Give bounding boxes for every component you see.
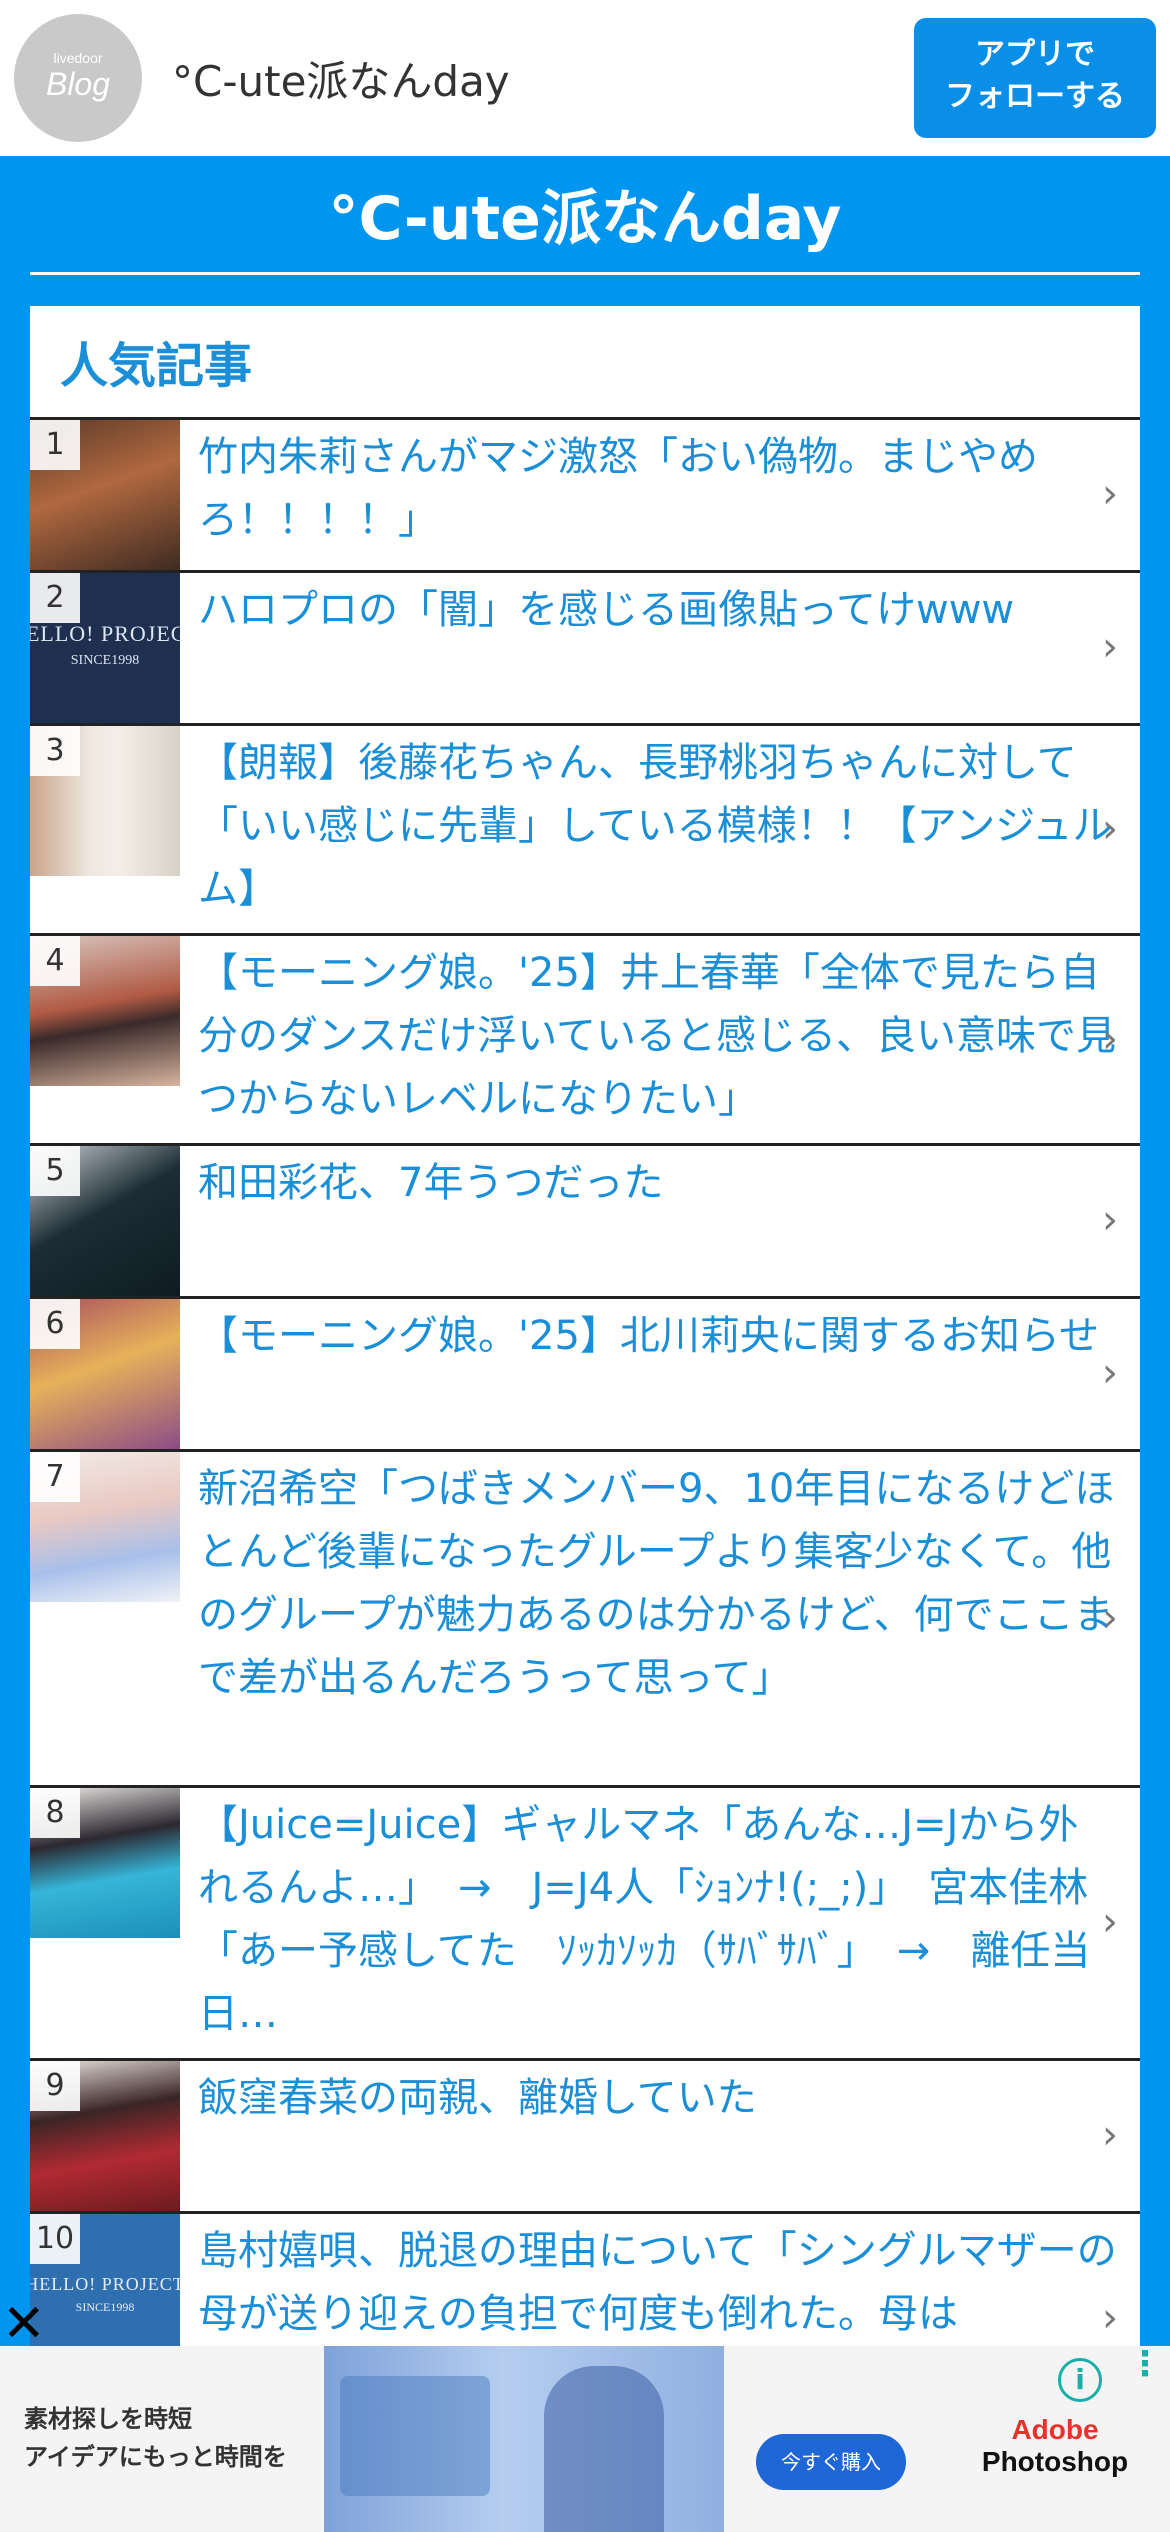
title-divider [30,272,1140,275]
article-title: ハロプロの「闇」を感じる画像貼ってけwww [198,587,1015,633]
logo-small-text: livedoor [53,50,103,66]
ad-copy: 素材探しを時短 アイデアにもっと時間を [24,2400,287,2476]
chevron-right-icon: › [1102,1594,1118,1641]
logo-big-text: Blog [45,66,111,102]
chevron-right-icon: › [1102,1350,1118,1396]
chevron-right-icon: › [1102,2112,1118,2158]
article-title: 新沼希空「つばきメンバー9、10年目になるけどほとんど後輩になったグループより集… [198,1466,1115,1701]
popular-articles-panel: 人気記事 1 竹内朱莉さんがマジ激怒「おい偽物。まじやめろ！！！！」 › HEL… [30,306,1140,2346]
info-icon[interactable]: i [1058,2358,1102,2402]
chevron-right-icon: › [1102,1899,1118,1945]
ad-copy-line2: アイデアにもっと時間を [24,2443,287,2471]
popular-article-item[interactable]: 6 【モーニング娘。'25】北川莉央に関するお知らせ › [30,1299,1140,1452]
chevron-right-icon: › [1102,2295,1118,2341]
blog-header: °C-ute派なんday [0,156,1170,306]
livedoor-blog-logo[interactable]: livedoor Blog [14,14,142,142]
article-title: 【朗報】後藤花ちゃん、長野桃羽ちゃんに対して「いい感じに先輩」している模様！！【… [198,740,1113,912]
thumbnail-logo-text: HELLO! PROJECT [30,2274,180,2294]
ad-banner[interactable]: 素材探しを時短 アイデアにもっと時間を 今すぐ購入 Adobe Photosho… [0,2346,1170,2532]
thumbnail-logo-subtext: SINCE1998 [70,653,140,668]
close-ad-icon[interactable]: ✕ [2,2294,46,2354]
ad-brand-line1: Adobe [1011,2414,1099,2445]
article-title: 【モーニング娘。'25】井上春華「全体で見たら自分のダンスだけ浮いていると感じる… [198,950,1116,1122]
rank-badge: 3 [30,726,80,776]
rank-badge: 6 [30,1299,80,1349]
chevron-right-icon: › [1102,805,1118,852]
chevron-right-icon: › [1102,624,1118,670]
popular-article-item[interactable]: 7 新沼希空「つばきメンバー9、10年目になるけどほとんど後輩になったグループよ… [30,1452,1140,1788]
popular-article-item[interactable]: 4 【モーニング娘。'25】井上春華「全体で見たら自分のダンスだけ浮いていると感… [30,936,1140,1146]
ad-image [324,2346,724,2532]
ad-brand-line2: Photoshop [981,2446,1129,2477]
rank-badge: 8 [30,1788,80,1838]
follow-button-line1: アプリで [975,37,1095,72]
rank-badge: 4 [30,936,80,986]
article-title: 【Juice=Juice】ギャルマネ「あんな…J=Jから外れるんよ…」 → J=… [198,1802,1091,2037]
popular-article-item[interactable]: HELLO! PROJECT SINCE1998 2 ハロプロの「闇」を感じる画… [30,573,1140,726]
rank-badge: 10 [30,2214,80,2264]
rank-badge: 7 [30,1452,80,1502]
chevron-right-icon: › [1102,471,1118,517]
site-name[interactable]: °C-ute派なんday [172,48,510,109]
popular-article-item[interactable]: 8 【Juice=Juice】ギャルマネ「あんな…J=Jから外れるんよ…」 → … [30,1788,1140,2061]
blog-title[interactable]: °C-ute派なんday [0,170,1170,257]
article-title: 竹内朱莉さんがマジ激怒「おい偽物。まじやめろ！！！！」 [198,434,1038,543]
buy-now-button[interactable]: 今すぐ購入 [756,2434,906,2490]
rank-badge: 2 [30,573,80,623]
article-title: 飯窪春菜の両親、離婚していた [198,2075,757,2121]
popular-article-item[interactable]: 5 和田彩花、7年うつだった › [30,1146,1140,1299]
thumbnail-logo-text: HELLO! PROJECT [30,621,180,646]
rank-badge: 1 [30,420,80,470]
thumbnail-logo-subtext: SINCE1998 [75,2300,135,2314]
popular-article-item[interactable]: 1 竹内朱莉さんがマジ激怒「おい偽物。まじやめろ！！！！」 › [30,420,1140,573]
chevron-right-icon: › [1102,1015,1118,1062]
popular-article-item[interactable]: HELLO! PROJECT SINCE1998 10 島村嬉唄、脱退の理由につ… [30,2214,1140,2346]
popular-article-item[interactable]: 3 【朗報】後藤花ちゃん、長野桃羽ちゃんに対して「いい感じに先輩」している模様！… [30,726,1140,936]
popular-articles-heading: 人気記事 [60,338,253,394]
popular-article-item[interactable]: 9 飯窪春菜の両親、離婚していた › [30,2061,1140,2214]
article-title: 島村嬉唄、脱退の理由について「シングルマザーの母が送り迎えの負担で何度も倒れた。… [198,2228,1117,2337]
popular-articles-header: 人気記事 [30,306,1140,420]
article-title: 和田彩花、7年うつだった [198,1160,664,1206]
more-options-icon[interactable]: ⋮ [1128,2347,1162,2381]
rank-badge: 9 [30,2061,80,2111]
article-title: 【モーニング娘。'25】北川莉央に関するお知らせ [198,1313,1100,1359]
rank-badge: 5 [30,1146,80,1196]
follow-button-line2: フォローする [945,79,1125,114]
chevron-right-icon: › [1102,1197,1118,1243]
ad-brand: Adobe Photoshop [970,2414,1140,2478]
follow-in-app-button[interactable]: アプリで フォローする [914,18,1156,138]
ad-copy-line1: 素材探しを時短 [24,2405,192,2433]
app-banner: livedoor Blog °C-ute派なんday アプリで フォローする [0,0,1170,156]
